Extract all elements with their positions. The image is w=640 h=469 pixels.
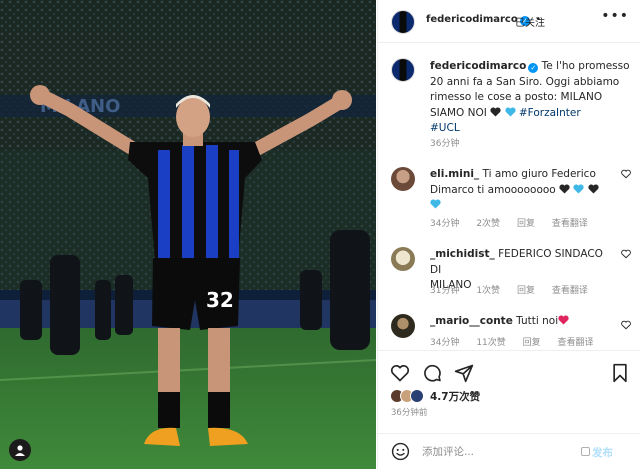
reply-button[interactable]: 回复	[517, 219, 535, 229]
comment-meta: 34分钟 11次赞 回复 查看翻译	[430, 335, 608, 348]
follow-status-button[interactable]: 已关注	[515, 14, 545, 29]
blue-heart-icon	[430, 199, 441, 209]
comment-text: eli.mini_ Ti amo giuro Federico Dimarco …	[430, 167, 615, 214]
black-heart-icon	[559, 184, 570, 194]
comment-likes[interactable]: 1次赞	[476, 286, 500, 296]
reply-button[interactable]: 回复	[517, 286, 535, 296]
commenter-avatar[interactable]	[391, 167, 415, 191]
bookmark-icon[interactable]	[610, 363, 630, 383]
heart-icon[interactable]	[621, 249, 631, 259]
liker-avatar	[410, 389, 424, 403]
emoji-icon[interactable]	[391, 442, 410, 461]
caption-avatar[interactable]	[391, 58, 415, 82]
caption-line-4: SIAMO NOI	[430, 106, 487, 119]
hashtag-ucl[interactable]: #UCL	[430, 122, 460, 134]
commenter-avatar[interactable]	[391, 247, 415, 271]
black-heart-icon	[490, 107, 501, 117]
translate-button[interactable]: 查看翻译	[558, 338, 594, 348]
translate-button[interactable]: 查看翻译	[552, 286, 588, 296]
black-heart-icon	[588, 184, 599, 194]
commenter-username[interactable]: eli.mini_	[430, 168, 479, 180]
post-icon	[581, 447, 590, 456]
comment-line-1: Ti amo giuro Federico	[482, 168, 596, 180]
heart-icon[interactable]	[621, 320, 631, 330]
comment-line-2: Dimarco ti amoooooooo	[430, 183, 556, 196]
reply-button[interactable]: 回复	[523, 338, 541, 348]
heart-icon[interactable]	[621, 169, 631, 179]
comment-time: 34分钟	[430, 219, 460, 229]
heart-icon[interactable]	[390, 363, 410, 383]
send-icon[interactable]	[454, 363, 474, 383]
jersey-number: 32	[206, 288, 234, 312]
blue-heart-icon	[504, 107, 516, 117]
commenter-username[interactable]: _mario__conte	[430, 315, 513, 327]
post-actions: 4.7万次赞 36分钟前	[378, 350, 640, 435]
caption-timestamp: 36分钟	[430, 139, 460, 149]
commenter-username[interactable]: _michidist_	[430, 248, 495, 260]
caption-line-2: 20 anni fa a San Siro. Oggi abbiamo	[430, 75, 620, 88]
comment-icon[interactable]	[422, 363, 442, 383]
translate-button[interactable]: 查看翻译	[552, 219, 588, 229]
post-side-panel: federicodimarco ✓ • 已关注 ••• federicodimar…	[377, 0, 640, 469]
comment-time: 31分钟	[430, 286, 460, 296]
hashtag-forzainter[interactable]: #ForzaInter	[519, 107, 581, 119]
comment-time: 34分钟	[430, 338, 460, 348]
author-username-text[interactable]: federicodimarco	[426, 14, 518, 25]
likes-summary[interactable]: 4.7万次赞	[390, 388, 480, 404]
photo-illustration: MILANO 32	[0, 0, 376, 469]
tagged-user-icon[interactable]	[9, 439, 31, 461]
verified-icon: ✓	[528, 63, 539, 73]
comment-meta: 34分钟 2次赞 回复 查看翻译	[430, 216, 602, 229]
blue-heart-icon	[573, 184, 585, 194]
caption-username[interactable]: federicodimarco	[430, 60, 526, 72]
commenter-avatar[interactable]	[391, 314, 415, 338]
comment-text: _mario__conte Tutti noi	[430, 314, 615, 330]
comment-line-1: Tutti noi	[516, 315, 559, 327]
likes-count[interactable]: 4.7万次赞	[430, 389, 480, 404]
red-heart-icon	[558, 315, 569, 325]
comment-input[interactable]	[422, 443, 582, 461]
post-caption: federicodimarco ✓ Te l'ho promesso 20 ann…	[430, 59, 630, 137]
caption-line-1: Te l'ho promesso	[541, 60, 630, 72]
comment-meta: 31分钟 1次赞 回复 查看翻译	[430, 283, 602, 296]
more-horizontal-icon[interactable]: •••	[601, 8, 629, 24]
comment-likes[interactable]: 2次赞	[476, 219, 500, 229]
add-comment-bar: 发布	[378, 433, 640, 469]
post-timestamp: 36分钟前	[391, 408, 428, 418]
comment-likes[interactable]: 11次赞	[476, 338, 505, 348]
post-photo[interactable]: MILANO 32	[0, 0, 376, 469]
post-header: federicodimarco ✓ • 已关注 •••	[378, 0, 640, 43]
caption-line-3: rimesso le cose a posto: MILANO	[430, 91, 603, 104]
author-avatar[interactable]	[391, 10, 415, 34]
post-comment-button[interactable]: 发布	[592, 445, 613, 460]
